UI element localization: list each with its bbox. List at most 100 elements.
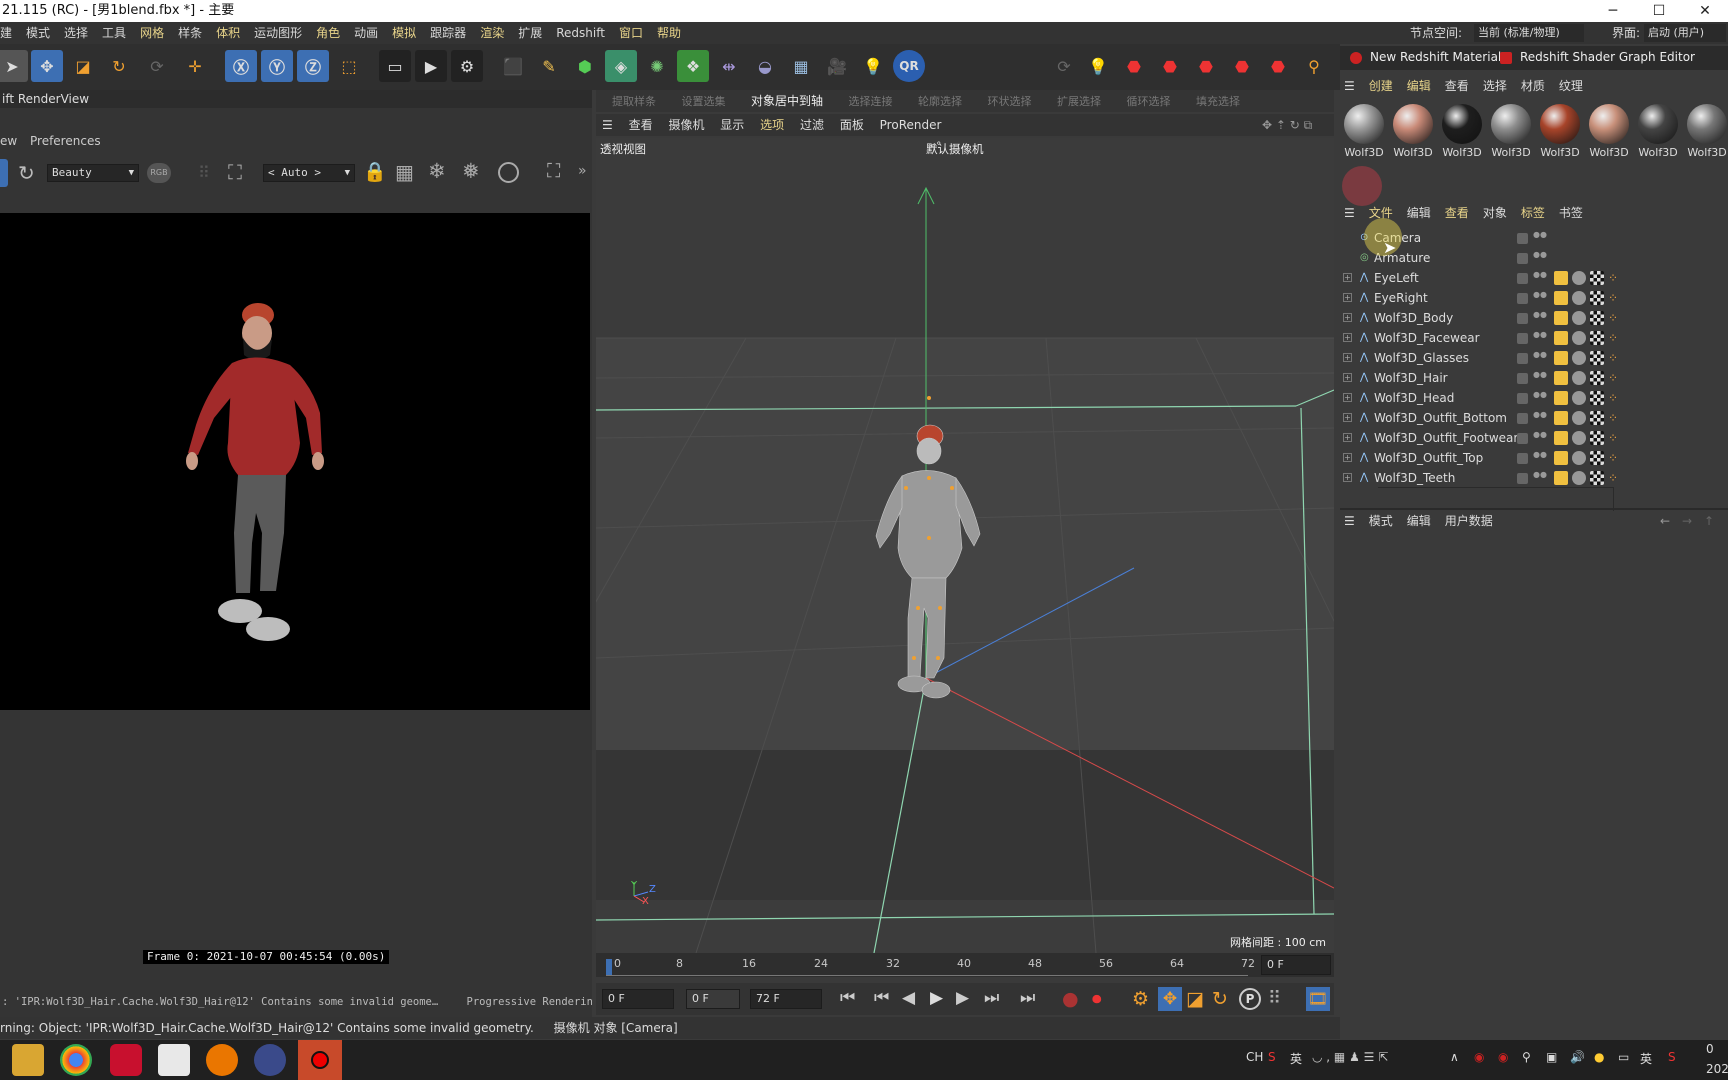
visibility-dots-icon[interactable]: ●● xyxy=(1533,471,1547,485)
object-name[interactable]: Wolf3D_Outfit_Footwear xyxy=(1374,428,1518,448)
object-name[interactable]: Wolf3D_Body xyxy=(1374,308,1453,328)
object-name[interactable]: Wolf3D_Teeth xyxy=(1374,468,1455,488)
material-menu-material[interactable]: 材质 xyxy=(1521,79,1545,93)
object-name[interactable]: Wolf3D_Hair xyxy=(1374,368,1448,388)
object-name[interactable]: Wolf3D_Glasses xyxy=(1374,348,1469,368)
shader-graph-editor-button[interactable]: Redshift Shader Graph Editor xyxy=(1520,50,1695,64)
material-tag-icon[interactable] xyxy=(1572,411,1586,425)
timeline-ruler[interactable]: 0 8 16 24 32 40 48 56 64 72 0 F xyxy=(596,953,1334,977)
deformer-icon[interactable]: ✺ xyxy=(641,50,673,82)
skin-tag-icon[interactable]: ⁘ xyxy=(1608,291,1622,305)
hamburger-icon[interactable]: ☰ xyxy=(1344,79,1355,93)
visibility-dots-icon[interactable]: ●● xyxy=(1533,231,1547,245)
hamburger-icon[interactable]: ☰ xyxy=(596,114,619,136)
file-explorer-icon[interactable] xyxy=(12,1044,44,1076)
skin-tag-icon[interactable]: ⁘ xyxy=(1608,451,1622,465)
attr-menu-edit[interactable]: 编辑 xyxy=(1407,514,1431,528)
object-menu-edit[interactable]: 编辑 xyxy=(1407,206,1431,220)
next-frame-icon[interactable]: ▶ xyxy=(956,988,969,1008)
node-space-select[interactable]: 当前 (标准/物理) xyxy=(1474,24,1584,42)
minimize-button[interactable]: ─ xyxy=(1590,0,1636,22)
tray-sogou-icon[interactable]: S xyxy=(1668,1050,1676,1064)
skin-tag-icon[interactable]: ⁘ xyxy=(1608,471,1622,485)
tray-input-ch[interactable]: CH xyxy=(1246,1050,1263,1064)
viewport-menu-display[interactable]: 显示 xyxy=(714,114,750,136)
floor-icon[interactable]: ▦ xyxy=(785,50,817,82)
viewport-nav-icons[interactable]: ✥ ⇡ ↻ ⧉ xyxy=(1256,114,1318,136)
attr-menu-user-data[interactable]: 用户数据 xyxy=(1445,514,1493,528)
start-frame-field[interactable]: 0 F xyxy=(602,989,674,1009)
skin-tag-icon[interactable]: ⁘ xyxy=(1608,271,1622,285)
tool-grow-select[interactable]: 扩展选择 xyxy=(1057,95,1101,108)
render-region-icon[interactable]: ▭ xyxy=(379,50,411,82)
next-key-icon[interactable]: ⏭ xyxy=(984,988,999,1008)
material-thumbnail[interactable]: Wolf3D xyxy=(1489,104,1533,162)
tool-select-connected[interactable]: 选择连接 xyxy=(849,95,893,108)
texture-tag-icon[interactable] xyxy=(1590,391,1604,405)
redshift-camera-icon[interactable]: ⬣ xyxy=(1190,50,1222,82)
blender-icon[interactable] xyxy=(206,1044,238,1076)
volume-icon[interactable]: 🔊 xyxy=(1570,1050,1585,1064)
zoom-select[interactable]: < Auto > ▼ xyxy=(263,164,355,182)
menu-item-create[interactable]: 建 xyxy=(0,22,19,44)
keyframe-selection-icon[interactable]: ⚙ xyxy=(1132,988,1149,1010)
weight-tag-icon[interactable] xyxy=(1554,431,1568,445)
sogou-icon[interactable]: S xyxy=(1268,1050,1276,1064)
circle-icon[interactable] xyxy=(498,162,519,183)
weight-tag-icon[interactable] xyxy=(1554,331,1568,345)
play-icon[interactable]: ▶ xyxy=(930,988,943,1008)
menu-item-tools[interactable]: 工具 xyxy=(95,22,133,44)
key-scale-icon[interactable]: ◪ xyxy=(1186,988,1204,1010)
menu-item-select[interactable]: 选择 xyxy=(57,22,95,44)
tray-display-icon[interactable]: ▣ xyxy=(1546,1050,1557,1064)
tray-yellow-icon[interactable]: ● xyxy=(1594,1050,1604,1064)
lock-icon[interactable]: 🔒 xyxy=(363,160,387,183)
hamburger-icon[interactable]: ☰ xyxy=(1344,514,1355,528)
redshift-light-icon[interactable]: 💡 xyxy=(1082,50,1114,82)
tray-icons[interactable]: ◡ , ▦ ♟ ☰ ⇱ xyxy=(1312,1050,1388,1064)
tool-set-selection[interactable]: 设置选集 xyxy=(682,95,726,108)
layer-toggle-icon[interactable] xyxy=(1517,253,1528,264)
mograph-cloner-icon[interactable]: ◈ xyxy=(605,50,637,82)
interface-select[interactable]: 启动 (用户) xyxy=(1644,24,1726,42)
skin-tag-icon[interactable]: ⁘ xyxy=(1608,371,1622,385)
expand-toggle-icon[interactable]: + xyxy=(1343,293,1352,302)
material-tag-icon[interactable] xyxy=(1572,291,1586,305)
layer-toggle-icon[interactable] xyxy=(1517,473,1528,484)
autokey-icon[interactable]: ⏺ xyxy=(1092,988,1102,1010)
weight-tag-icon[interactable] xyxy=(1554,351,1568,365)
attr-menu-mode[interactable]: 模式 xyxy=(1369,514,1393,528)
viewport-menu-view[interactable]: 查看 xyxy=(623,114,659,136)
layer-toggle-icon[interactable] xyxy=(1517,313,1528,324)
grid-icon[interactable]: ▦ xyxy=(395,160,414,184)
render-view-menu-view[interactable]: ew xyxy=(0,134,17,148)
menu-item-character[interactable]: 角色 xyxy=(309,22,347,44)
layer-toggle-icon[interactable] xyxy=(1517,353,1528,364)
perspective-viewport[interactable]: 透视视图 默认摄像机 ∘° Y Z X 网格间距 : 100 cm xyxy=(596,138,1334,953)
object-row-wolf3d_outfit_top[interactable]: + ⋀ Wolf3D_Outfit_Top ●● ⁘ xyxy=(1340,448,1728,468)
menu-item-animate[interactable]: 动画 xyxy=(347,22,385,44)
cinema4d-icon[interactable] xyxy=(254,1044,286,1076)
object-row-wolf3d_facewear[interactable]: + ⋀ Wolf3D_Facewear ●● ⁘ xyxy=(1340,328,1728,348)
redshift-environment-icon[interactable]: ⬣ xyxy=(1262,50,1294,82)
object-menu-bookmarks[interactable]: 书签 xyxy=(1559,206,1583,220)
light-icon[interactable]: 💡 xyxy=(857,50,889,82)
layer-toggle-icon[interactable] xyxy=(1517,433,1528,444)
visibility-dots-icon[interactable]: ●● xyxy=(1533,371,1547,385)
visibility-dots-icon[interactable]: ●● xyxy=(1533,431,1547,445)
layer-toggle-icon[interactable] xyxy=(1517,333,1528,344)
material-tag-icon[interactable] xyxy=(1572,351,1586,365)
render-view-canvas[interactable] xyxy=(0,213,590,710)
material-tag-icon[interactable] xyxy=(1572,271,1586,285)
tool-extract-spline[interactable]: 提取样条 xyxy=(612,95,656,108)
expand-toggle-icon[interactable]: + xyxy=(1343,453,1352,462)
expand-toggle-icon[interactable]: + xyxy=(1343,393,1352,402)
texture-tag-icon[interactable] xyxy=(1590,451,1604,465)
menu-item-spline[interactable]: 样条 xyxy=(171,22,209,44)
skin-tag-icon[interactable]: ⁘ xyxy=(1608,431,1622,445)
render-view-icon[interactable]: ▶ xyxy=(415,50,447,82)
hamburger-icon[interactable]: ☰ xyxy=(1344,206,1355,220)
material-tag-icon[interactable] xyxy=(1572,471,1586,485)
skin-tag-icon[interactable]: ⁘ xyxy=(1608,411,1622,425)
expand-toggle-icon[interactable]: + xyxy=(1343,473,1352,482)
